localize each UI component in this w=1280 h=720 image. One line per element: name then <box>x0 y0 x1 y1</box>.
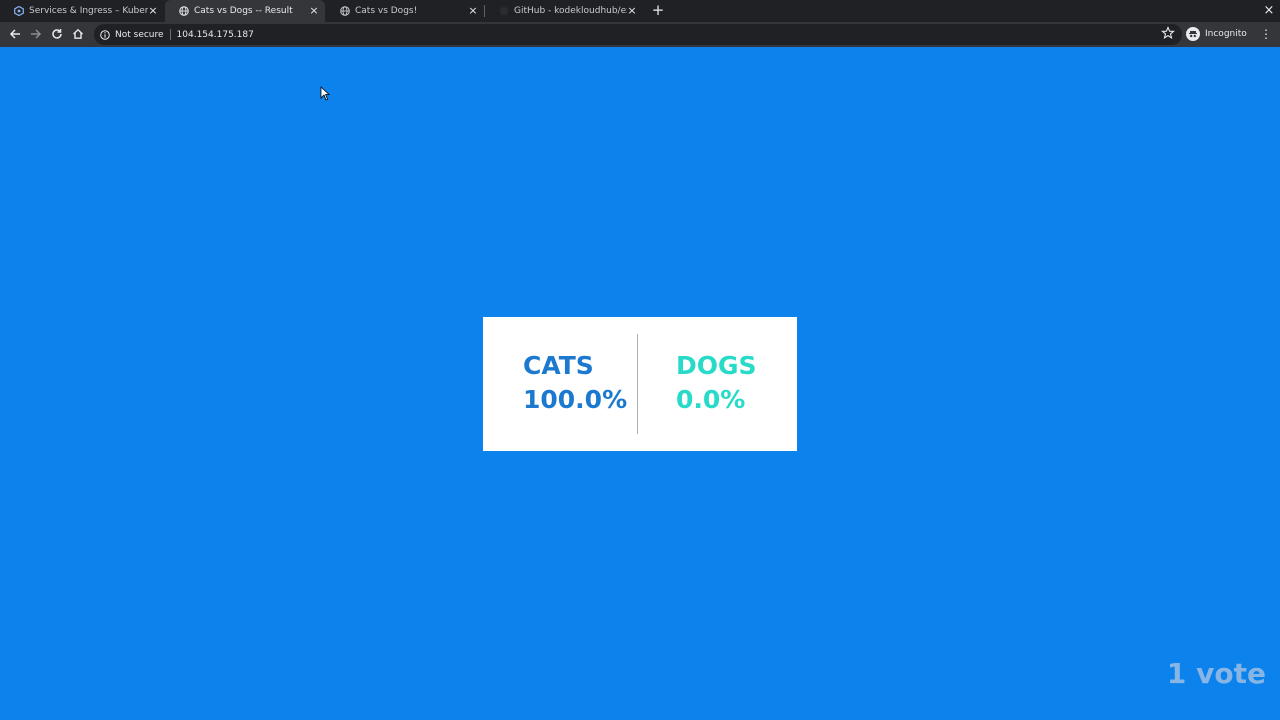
info-icon[interactable] <box>100 29 110 40</box>
tab-title: GitHub - kodekloudhub/example <box>514 6 627 16</box>
arrow-left-icon <box>9 29 20 39</box>
dogs-percent: 0.0% <box>676 385 746 414</box>
vote-count: 1 vote <box>1166 657 1266 690</box>
new-tab-button[interactable]: + <box>650 3 666 19</box>
browser-toolbar: Not secure 104.154.175.187 Incognito ⋮ <box>0 22 1280 47</box>
globe-icon <box>340 6 350 16</box>
home-button[interactable] <box>70 26 86 42</box>
close-icon[interactable]: × <box>309 5 319 16</box>
star-icon[interactable] <box>1161 26 1175 40</box>
tab-services-ingress[interactable]: Services & Ingress – Kubernetes × <box>0 0 164 22</box>
window-close-button[interactable]: × <box>1262 3 1276 19</box>
tab-title: Cats vs Dogs! <box>355 6 418 16</box>
cats-percent: 100.0% <box>523 385 628 414</box>
incognito-icon <box>1186 27 1200 41</box>
tab-cats-vs-dogs[interactable]: Cats vs Dogs! × <box>326 0 484 22</box>
mouse-cursor-icon <box>320 86 330 101</box>
close-icon[interactable]: × <box>468 5 478 16</box>
profile-label: Incognito <box>1205 29 1247 39</box>
security-label[interactable]: Not secure <box>115 30 164 40</box>
address-bar[interactable]: Not secure 104.154.175.187 <box>94 24 1182 45</box>
dogs-label: DOGS <box>676 351 757 380</box>
result-page: CATS 100.0% DOGS 0.0% 1 vote <box>0 47 1280 720</box>
home-icon <box>73 28 83 39</box>
dogs-result: DOGS 0.0% <box>676 349 757 417</box>
close-icon[interactable]: × <box>148 5 158 16</box>
back-button[interactable] <box>7 26 23 42</box>
tab-title: Services & Ingress – Kubernetes <box>29 6 148 16</box>
reload-button[interactable] <box>49 26 65 42</box>
tab-title: Cats vs Dogs -- Result <box>194 6 293 16</box>
tab-cats-vs-dogs-result[interactable]: Cats vs Dogs -- Result × <box>165 0 325 22</box>
card-divider <box>637 334 638 434</box>
omnibox-divider <box>169 29 171 40</box>
tab-strip: Services & Ingress – Kubernetes × Cats v… <box>0 0 1280 22</box>
close-icon[interactable]: × <box>627 5 637 16</box>
cats-label: CATS <box>523 351 594 380</box>
result-card: CATS 100.0% DOGS 0.0% <box>483 317 797 451</box>
url-text[interactable]: 104.154.175.187 <box>177 30 254 40</box>
github-icon <box>499 6 509 16</box>
kubernetes-icon <box>14 6 24 16</box>
tab-github[interactable]: GitHub - kodekloudhub/example × <box>485 0 643 22</box>
arrow-right-icon <box>31 29 42 39</box>
browser-menu-button[interactable]: ⋮ <box>1260 26 1272 42</box>
reload-icon <box>52 29 62 39</box>
forward-button[interactable] <box>28 26 44 42</box>
globe-icon <box>179 6 189 16</box>
cats-result: CATS 100.0% <box>523 349 627 417</box>
incognito-profile-button[interactable]: Incognito <box>1186 26 1247 42</box>
